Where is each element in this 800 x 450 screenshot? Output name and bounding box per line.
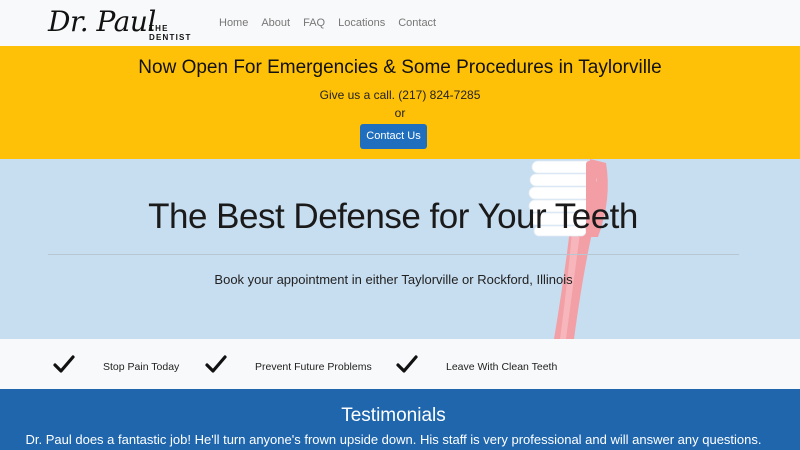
nav-faq-link[interactable]: FAQ [303, 15, 325, 31]
check-icon [205, 355, 227, 373]
nav-about-link[interactable]: About [261, 15, 290, 31]
hero-subtitle: Book your appointment in either Taylorvi… [214, 272, 573, 287]
testimonials-section: Testimonials Dr. Paul does a fantastic j… [0, 389, 800, 450]
nav-locations-link[interactable]: Locations [338, 15, 385, 31]
contact-us-button[interactable]: Contact Us [360, 124, 427, 149]
banner-call-text: Give us a call. (217) 824-7285 [319, 88, 481, 102]
emergency-banner: Now Open For Emergencies & Some Procedur… [0, 46, 800, 159]
check-icon [396, 355, 418, 373]
toothbrush-image [528, 159, 608, 339]
feature-item: Stop Pain Today [53, 354, 179, 374]
testimonial-quote: Dr. Paul does a fantastic job! He'll tur… [25, 432, 762, 447]
navbar: Dr. Paul THE DENTIST Home About FAQ Loca… [0, 0, 800, 46]
hero-title: The Best Defense for Your Teeth [148, 197, 638, 236]
feature-label: Stop Pain Today [103, 361, 180, 373]
nav-contact-link[interactable]: Contact [398, 15, 436, 31]
features-row: Stop Pain Today Prevent Future Problems … [0, 339, 800, 389]
brand-logo[interactable]: Dr. Paul THE DENTIST [48, 4, 208, 42]
hero-section: The Best Defense for Your Teeth Book you… [0, 159, 800, 339]
banner-heading: Now Open For Emergencies & Some Procedur… [138, 57, 662, 78]
brand-tagline: THE DENTIST [149, 24, 192, 42]
nav-home-link[interactable]: Home [219, 15, 248, 31]
feature-label: Prevent Future Problems [255, 361, 372, 373]
feature-item: Prevent Future Problems [205, 354, 372, 374]
brand-name: Dr. Paul [48, 5, 156, 38]
feature-item: Leave With Clean Teeth [396, 354, 557, 374]
hero-divider [48, 254, 739, 255]
feature-label: Leave With Clean Teeth [446, 361, 558, 373]
main-nav: Home About FAQ Locations Contact [219, 15, 449, 31]
check-icon [53, 355, 75, 373]
testimonials-heading: Testimonials [341, 405, 446, 426]
banner-or-text: or [394, 106, 406, 120]
